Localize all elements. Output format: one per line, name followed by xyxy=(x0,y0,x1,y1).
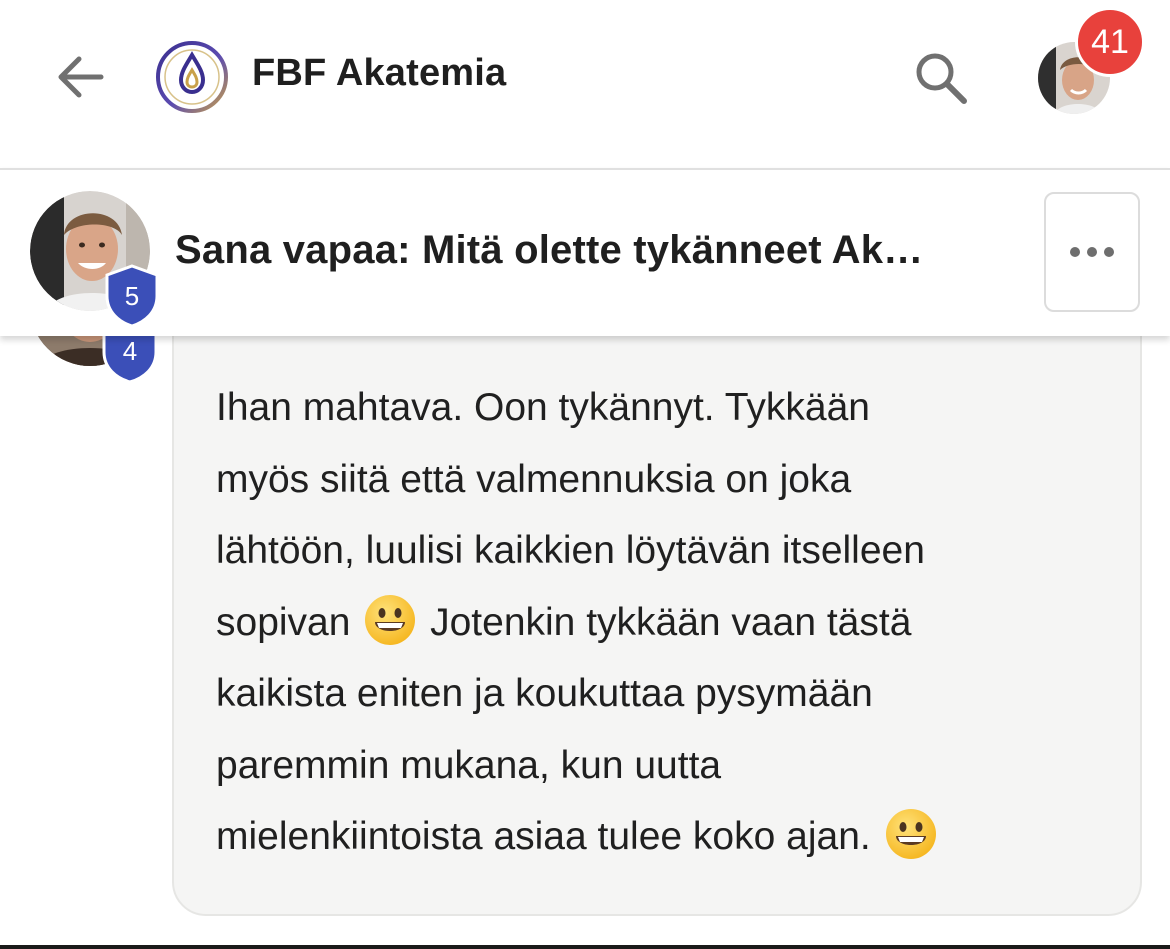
ellipsis-icon xyxy=(1070,247,1114,257)
notification-badge[interactable]: 41 xyxy=(1075,7,1145,77)
post-line: paremmin mukana, kun uutta xyxy=(216,743,722,787)
trust-level-number: 5 xyxy=(125,281,139,311)
trust-level-shield: 5 xyxy=(105,264,159,328)
bottom-divider xyxy=(0,945,1170,949)
topic-header: 5 Sana vapaa: Mitä olette tykänneet Ak… xyxy=(0,168,1170,336)
post-text: mielenkiintoista asiaa tulee koko ajan. xyxy=(216,815,882,858)
app-title[interactable]: FBF Akatemia xyxy=(252,52,506,95)
topic-more-button[interactable] xyxy=(1044,192,1140,312)
grinning-face-emoji-icon xyxy=(365,594,416,645)
post-text: sopivan xyxy=(216,600,362,644)
fbf-logo[interactable] xyxy=(155,40,229,114)
post-line: sopivan Jotenkin tykkään vaan tästä xyxy=(216,587,1116,659)
trust-level-number: 4 xyxy=(123,336,137,366)
post-line: kaikista eniten ja koukuttaa pysymään xyxy=(216,672,873,715)
post-line: lähtöön, luulisi kaikkien löytävän itsel… xyxy=(216,529,925,572)
arrow-left-icon xyxy=(58,56,104,98)
post-text: Jotenkin tykkään vaan tästä xyxy=(419,600,912,644)
post-line: myös siitä että valmennuksia on joka xyxy=(216,457,852,501)
app-header: FBF Akatemia 41 xyxy=(0,0,1170,170)
post-body: Ihan mahtava. Oon tykännyt. Tykkään myös… xyxy=(216,372,1116,873)
post-line: Ihan mahtava. Oon tykännyt. Tykkään xyxy=(216,386,870,429)
grinning-face-emoji-icon xyxy=(885,809,936,859)
search-button[interactable] xyxy=(905,42,977,114)
post-line: mielenkiintoista asiaa tulee koko ajan. xyxy=(216,801,1116,873)
back-button[interactable] xyxy=(48,45,112,109)
search-icon xyxy=(916,53,967,104)
topic-title[interactable]: Sana vapaa: Mitä olette tykänneet Ak… xyxy=(175,228,923,273)
post-bubble: Ihan mahtava. Oon tykännyt. Tykkään myös… xyxy=(172,300,1142,916)
